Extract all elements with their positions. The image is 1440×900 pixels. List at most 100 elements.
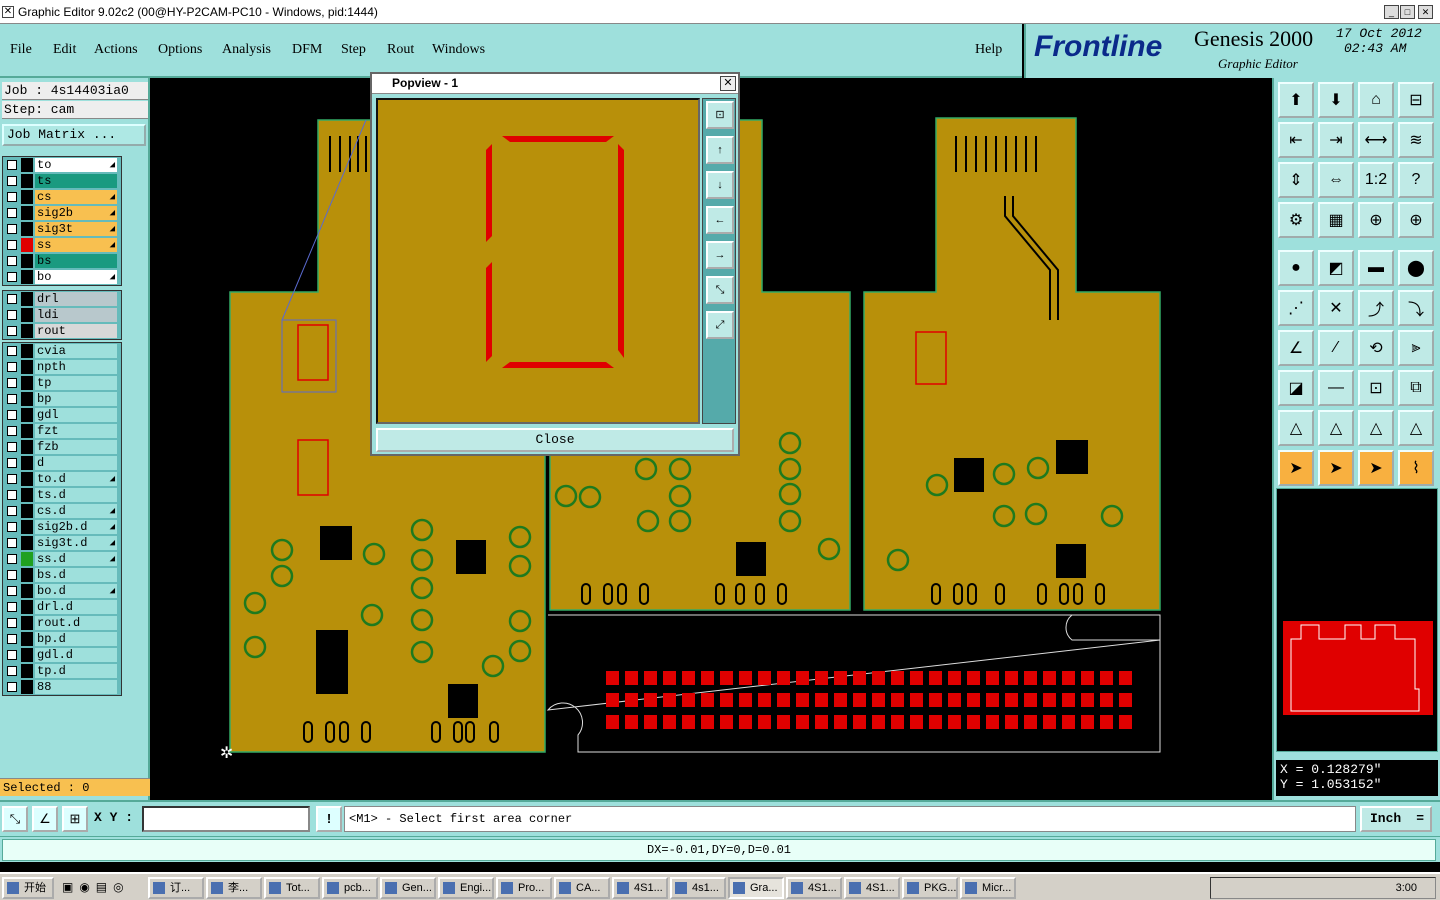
layer-checkbox[interactable]	[7, 522, 17, 532]
task-button[interactable]: Gra...	[728, 877, 784, 899]
layer-swatch[interactable]	[21, 536, 33, 550]
layer-row[interactable]: drl.d	[3, 599, 121, 615]
triangle-alt-icon[interactable]: △	[1318, 410, 1354, 446]
connect-alt-icon[interactable]: ⊕	[1398, 202, 1434, 238]
snap-icon[interactable]: ⤡	[2, 806, 28, 832]
layer-name[interactable]: d	[35, 456, 117, 470]
layer-name[interactable]: drl	[35, 292, 117, 306]
layer-swatch[interactable]	[21, 292, 33, 306]
overview-minimap[interactable]	[1276, 488, 1438, 752]
layer-swatch[interactable]	[21, 664, 33, 678]
task-button[interactable]: pcb...	[322, 877, 378, 899]
menu-actions[interactable]: Actions	[94, 42, 138, 58]
layer-checkbox[interactable]	[7, 490, 17, 500]
layer-row[interactable]: bs	[3, 253, 121, 269]
node-down-icon[interactable]: ⤵	[1398, 290, 1434, 326]
home-icon[interactable]: ⌂	[1358, 82, 1394, 118]
line-icon[interactable]: ⁄	[1318, 330, 1354, 366]
select-box-icon[interactable]: ◪	[1278, 370, 1314, 406]
layer-row[interactable]: sig2b.d ◢	[3, 519, 121, 535]
diagonal-icon[interactable]: ◩	[1318, 250, 1354, 286]
task-button[interactable]: 4s1...	[670, 877, 726, 899]
measure-box-icon[interactable]: ⊡	[1358, 370, 1394, 406]
layer-swatch[interactable]	[21, 344, 33, 358]
dot-icon[interactable]: ⬤	[1398, 250, 1434, 286]
layer-row[interactable]: bs.d	[3, 567, 121, 583]
help-icon[interactable]: ?	[1398, 162, 1434, 198]
layer-checkbox[interactable]	[7, 272, 17, 282]
menu-step[interactable]: Step	[341, 42, 366, 58]
layer-name[interactable]: ts.d	[35, 488, 117, 502]
task-button[interactable]: 4S1...	[844, 877, 900, 899]
popview-pan-left-icon[interactable]: ←	[706, 206, 734, 234]
layer-checkbox[interactable]	[7, 362, 17, 372]
xy-input[interactable]	[142, 806, 310, 832]
layer-swatch[interactable]	[21, 552, 33, 566]
layer-swatch[interactable]	[21, 376, 33, 390]
layer-row[interactable]: ss ◢	[3, 237, 121, 253]
layer-name[interactable]: gdl.d	[35, 648, 117, 662]
layer-swatch[interactable]	[21, 308, 33, 322]
swap-icon[interactable]: ⟷	[1358, 122, 1394, 158]
popview-pan-right-icon[interactable]: →	[706, 241, 734, 269]
move-up-icon[interactable]: ⬆	[1278, 82, 1314, 118]
layer-name[interactable]: gdl	[35, 408, 117, 422]
layer-name[interactable]: fzb	[35, 440, 117, 454]
layer-swatch[interactable]	[21, 408, 33, 422]
cross-icon[interactable]: ✕	[1318, 290, 1354, 326]
task-button[interactable]: Gen...	[380, 877, 436, 899]
layer-row[interactable]: to ◢	[3, 157, 121, 173]
menu-help[interactable]: Help	[975, 42, 1002, 58]
layer-name[interactable]: 88	[35, 680, 117, 694]
layer-swatch[interactable]	[21, 254, 33, 268]
menu-edit[interactable]: Edit	[53, 42, 76, 58]
triangle-mark-icon[interactable]: △	[1358, 410, 1394, 446]
task-button[interactable]: 4S1...	[786, 877, 842, 899]
layer-row[interactable]: ss.d ◢	[3, 551, 121, 567]
layer-checkbox[interactable]	[7, 426, 17, 436]
layer-swatch[interactable]	[21, 324, 33, 338]
layer-name[interactable]: cvia	[35, 344, 117, 358]
layer-checkbox[interactable]	[7, 294, 17, 304]
layer-checkbox[interactable]	[7, 586, 17, 596]
task-button[interactable]: Pro...	[496, 877, 552, 899]
layer-swatch[interactable]	[21, 440, 33, 454]
popview-canvas[interactable]	[376, 98, 700, 424]
task-button[interactable]: Tot...	[264, 877, 320, 899]
layer-row[interactable]: to.d ◢	[3, 471, 121, 487]
layer-name[interactable]: ldi	[35, 308, 117, 322]
layer-checkbox[interactable]	[7, 256, 17, 266]
layer-row[interactable]: ts.d	[3, 487, 121, 503]
layer-row[interactable]: rout.d	[3, 615, 121, 631]
layer-swatch[interactable]	[21, 456, 33, 470]
pointer-box-icon[interactable]: ➤	[1318, 450, 1354, 486]
task-button[interactable]: 李...	[206, 877, 262, 899]
connect-icon[interactable]: ⊕	[1358, 202, 1394, 238]
layer-name[interactable]: npth	[35, 360, 117, 374]
menu-rout[interactable]: Rout	[387, 42, 414, 58]
layer-swatch[interactable]	[21, 616, 33, 630]
layer-row[interactable]: cvia	[3, 343, 121, 359]
layer-checkbox[interactable]	[7, 410, 17, 420]
unit-select[interactable]: Inch =	[1360, 806, 1432, 832]
popview-close-icon[interactable]: ✕	[720, 76, 736, 91]
layer-row[interactable]: rout	[3, 323, 121, 339]
measure-icon[interactable]: ∠	[32, 806, 58, 832]
layer-swatch[interactable]	[21, 472, 33, 486]
pins-icon[interactable]: ⫸	[1398, 330, 1434, 366]
layer-name[interactable]: sig3t.d ◢	[35, 536, 117, 550]
layer-name[interactable]: drl.d	[35, 600, 117, 614]
layer-name[interactable]: cs.d ◢	[35, 504, 117, 518]
pad-icon[interactable]: ●	[1278, 250, 1314, 286]
layer-swatch[interactable]	[21, 424, 33, 438]
layer-checkbox[interactable]	[7, 176, 17, 186]
menu-windows[interactable]: Windows	[432, 42, 485, 58]
popview-zoom-in-icon[interactable]: ⤢	[706, 311, 734, 339]
layer-swatch[interactable]	[21, 504, 33, 518]
layer-row[interactable]: bp.d	[3, 631, 121, 647]
layer-checkbox[interactable]	[7, 458, 17, 468]
layer-checkbox[interactable]	[7, 474, 17, 484]
layer-name[interactable]: bs	[35, 254, 117, 268]
angle-icon[interactable]: ∠	[1278, 330, 1314, 366]
ruler-icon[interactable]: ▬	[1358, 250, 1394, 286]
